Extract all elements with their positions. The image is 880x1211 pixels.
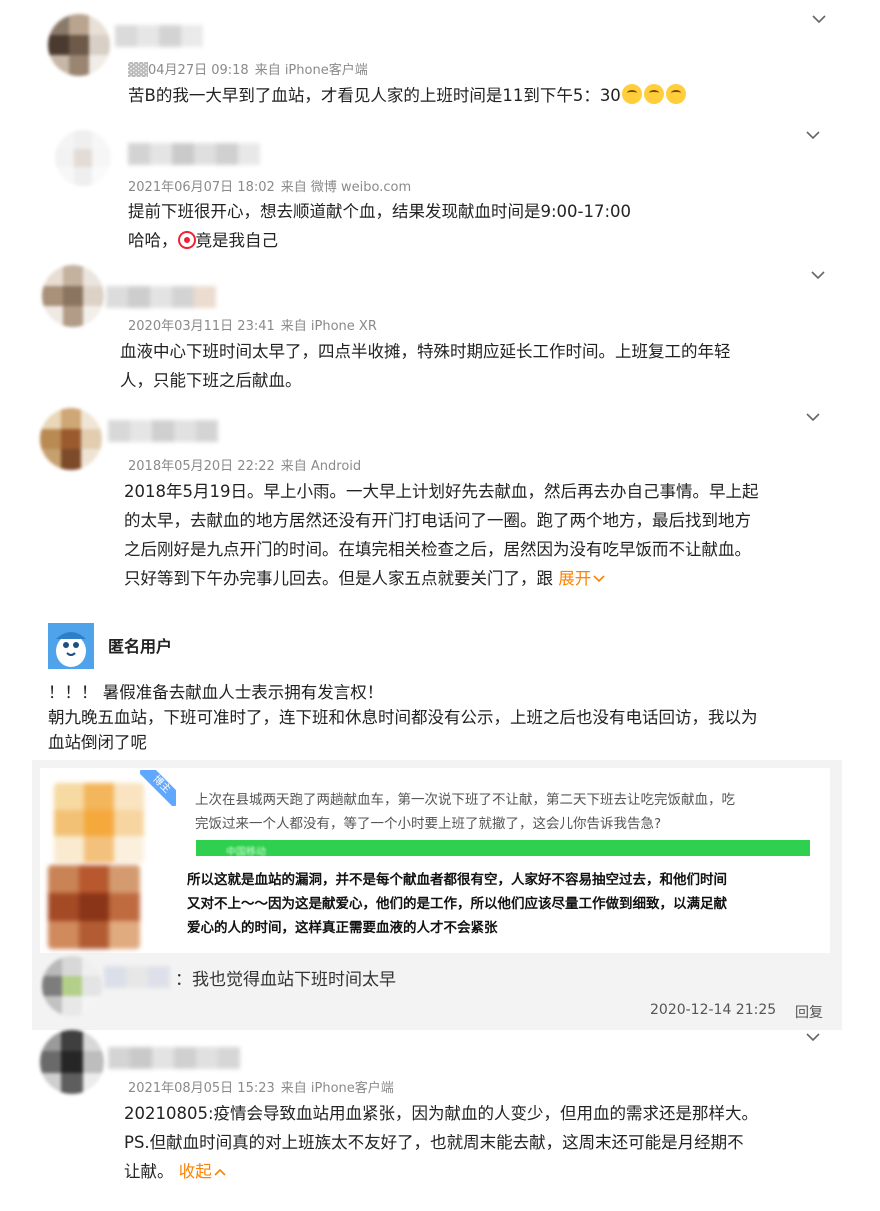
avatar — [54, 783, 144, 863]
green-status-bar: 中国移动 — [196, 840, 810, 856]
username-blurred[interactable] — [104, 966, 170, 988]
expand-link[interactable]: 展开 — [558, 569, 605, 588]
crying-emoji-icon — [621, 84, 642, 104]
crying-emoji-icon — [665, 84, 686, 104]
chevron-down-icon — [593, 575, 605, 583]
comment-meta: 2021年08月05日 15:23 来自 iPhone客户端 — [128, 1077, 394, 1096]
avatar — [48, 865, 140, 949]
comment-date: 2020年03月11日 23:41 — [128, 319, 275, 334]
blogger-badge: 博主 — [140, 770, 176, 806]
anonymous-text: ！！！ 暑假准备去献血人士表示拥有发言权！ 朝九晚五血站，下班可准时了，连下班和… — [48, 683, 758, 752]
comment-source: 来自 iPhone客户端 — [280, 1081, 394, 1096]
comment-meta: 2021年06月07日 18:02 来自 微博 weibo.com — [128, 176, 411, 195]
comment-text: 20210805:疫情会导致血站用血紧张，因为献血的人变少，但用血的需求还是那样… — [124, 1104, 759, 1181]
quote-text: 上次在县城两天跑了两趟献血车，第一次说下班了不让献，第二天下班去让吃完饭献血，吃… — [195, 792, 735, 832]
reply-text: ：我也觉得血站下班时间太早 — [175, 970, 396, 990]
username-blurred[interactable] — [115, 25, 203, 47]
comment-date: 2021年08月05日 15:23 — [128, 1081, 275, 1096]
anonymous-avatar[interactable] — [48, 623, 94, 669]
comment-meta: 2020年03月11日 23:41 来自 iPhone XR — [128, 315, 377, 334]
chevron-down-icon[interactable] — [806, 1030, 820, 1044]
comment-meta: 2018年05月20日 22:22 来自 Android — [128, 455, 361, 474]
comment-text: 2018年5月19日。早上小雨。一大早上计划好先去献血，然后再去办自己事情。早上… — [124, 482, 759, 588]
collapse-link[interactable]: 收起 — [179, 1162, 226, 1181]
comment-date: 2021年06月07日 18:02 — [128, 180, 275, 195]
chevron-down-icon[interactable] — [806, 410, 820, 424]
username-blurred[interactable] — [108, 1047, 240, 1069]
username-blurred[interactable] — [128, 143, 260, 165]
crying-emoji-icon — [643, 84, 664, 104]
chevron-up-icon — [214, 1168, 226, 1176]
anonymous-username[interactable]: 匿名用户 — [108, 633, 172, 657]
comment-text: 血液中心下班时间太早了，四点半收摊，特殊时期应延长工作时间。上班复工的年轻 人，… — [120, 342, 731, 390]
avatar[interactable] — [40, 408, 102, 470]
chevron-down-icon[interactable] — [812, 12, 826, 26]
avatar[interactable] — [42, 265, 104, 327]
comment-date: 2018年05月20日 22:22 — [128, 459, 275, 474]
avatar[interactable] — [40, 1030, 104, 1094]
penguin-avatar-icon — [56, 632, 86, 667]
comment-text: 苦B的我一大早到了血站，才看见人家的上班时间是11到下午5：30 — [128, 81, 687, 110]
avatar[interactable] — [42, 956, 102, 1016]
avatar[interactable] — [55, 130, 111, 186]
comment-meta: ▓▓04月27日 09:18 来自 iPhone客户端 — [128, 63, 368, 78]
comment-source: 来自 微博 weibo.com — [280, 180, 412, 195]
comment-source: 来自 Android — [280, 459, 362, 474]
clown-emoji-icon — [177, 231, 196, 249]
comment-text: 提前下班很开心，想去顺道献个血，结果发现献血时间是9:00-17:00 哈哈，竟… — [128, 202, 632, 250]
comment-source: 来自 iPhone XR — [280, 319, 377, 334]
username-blurred[interactable] — [108, 420, 218, 442]
reply-time: 2020-12-14 21:25 — [650, 1002, 777, 1018]
comment-source: 来自 iPhone客户端 — [254, 63, 368, 78]
chevron-down-icon[interactable] — [806, 128, 820, 142]
comment-date: 04月27日 09:18 — [148, 63, 249, 78]
chevron-down-icon[interactable] — [811, 268, 825, 282]
reply-button[interactable]: 回复 — [795, 1002, 823, 1022]
avatar[interactable] — [48, 14, 110, 76]
username-blurred[interactable] — [106, 286, 216, 308]
bold-reply-text: 所以这就是血站的漏洞，并不是每个献血者都很有空，人家好不容易抽空过去，和他们时间… — [187, 872, 727, 936]
